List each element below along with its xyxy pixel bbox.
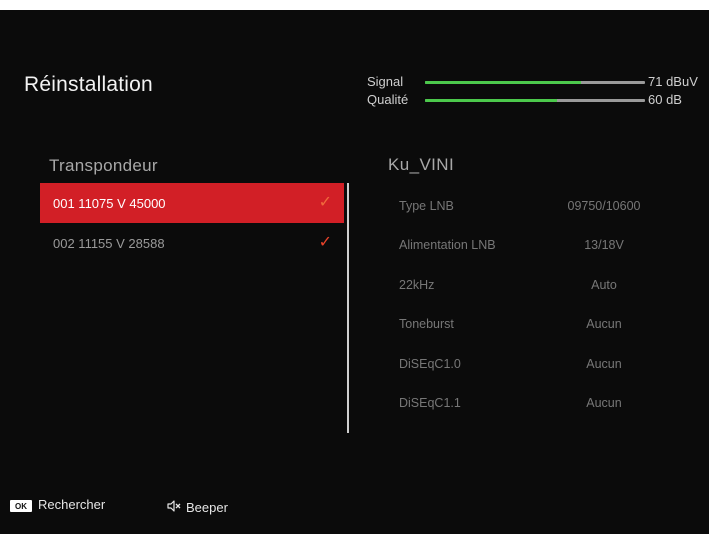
check-icon[interactable]: ✓ <box>319 192 332 212</box>
quality-bar <box>425 99 645 102</box>
quality-bar-fill <box>425 99 557 102</box>
signal-label: Signal <box>367 74 404 89</box>
param-row-toneburst[interactable]: Toneburst Aucun <box>399 314 699 353</box>
lnb-params: Type LNB 09750/10600 Alimentation LNB 13… <box>399 196 699 432</box>
settop-box-screen: Réinstallation Signal 71 dBuV Qualité 60… <box>0 10 709 534</box>
transponder-list: 001 11075 V 45000 ✓ 002 11155 V 28588 ✓ <box>40 183 344 263</box>
signal-bar <box>425 81 645 84</box>
search-hint[interactable]: Rechercher <box>38 497 105 512</box>
transponder-label: 001 11075 V 45000 <box>53 195 166 211</box>
transponder-item[interactable]: 001 11075 V 45000 ✓ <box>40 183 344 223</box>
ok-key-icon: OK <box>10 500 32 512</box>
param-label: Toneburst <box>399 317 454 332</box>
speaker-muted-icon <box>167 500 181 512</box>
param-row-diseqc10[interactable]: DiSEqC1.0 Aucun <box>399 354 699 393</box>
param-label: DiSEqC1.0 <box>399 356 461 371</box>
param-label: Type LNB <box>399 199 454 213</box>
satellite-name: Ku_VINI <box>388 155 455 174</box>
signal-meter: Signal 71 dBuV <box>367 74 707 90</box>
check-icon[interactable]: ✓ <box>319 232 332 252</box>
beeper-hint[interactable]: Beeper <box>186 500 228 515</box>
param-label: DiSEqC1.1 <box>399 395 461 410</box>
param-label: Alimentation LNB <box>399 238 496 253</box>
param-value: 09750/10600 <box>567 199 641 213</box>
footer-hints: OK Rechercher Beeper <box>0 497 709 517</box>
param-value: Aucun <box>586 356 622 371</box>
param-row-diseqc11[interactable]: DiSEqC1.1 Aucun <box>399 393 699 432</box>
param-value: 13/18V <box>584 238 624 253</box>
signal-bar-fill <box>425 81 582 84</box>
quality-label: Qualité <box>367 92 409 107</box>
transponder-header: Transpondeur <box>49 156 158 175</box>
transponder-item[interactable]: 002 11155 V 28588 ✓ <box>40 223 344 263</box>
column-divider <box>347 183 349 433</box>
param-value: Auto <box>591 277 617 292</box>
quality-meter: Qualité 60 dB <box>367 92 707 108</box>
param-value: Aucun <box>586 317 622 332</box>
param-value: Aucun <box>586 395 622 410</box>
param-row-lnb-type[interactable]: Type LNB 09750/10600 <box>399 196 699 235</box>
signal-value: 71 dBuV <box>648 74 698 89</box>
quality-value: 60 dB <box>648 92 682 107</box>
param-label: 22kHz <box>399 277 435 292</box>
param-row-22khz[interactable]: 22kHz Auto <box>399 275 699 314</box>
transponder-label: 002 11155 V 28588 <box>53 235 165 251</box>
param-row-lnb-power[interactable]: Alimentation LNB 13/18V <box>399 235 699 274</box>
page-title: Réinstallation <box>24 73 153 96</box>
